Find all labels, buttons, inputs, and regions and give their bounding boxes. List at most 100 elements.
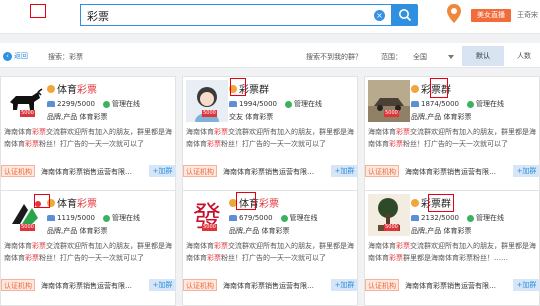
level-badge: 5000 bbox=[384, 224, 399, 231]
owner-name[interactable]: 海南体育彩票销售运营有限… bbox=[41, 167, 132, 177]
search-button[interactable] bbox=[392, 4, 418, 26]
join-group-button[interactable]: +加群 bbox=[331, 279, 358, 291]
member-count: 2132/5000 bbox=[421, 214, 459, 222]
highlight-box bbox=[30, 4, 46, 18]
top-bar: × 美女直播 王奇宋 bbox=[0, 0, 540, 34]
desc-highlight: 彩票 bbox=[214, 128, 228, 136]
desc-highlight: 彩票 bbox=[214, 242, 228, 250]
desc-text: 粉丝！打广告的一天一次就可以了 bbox=[403, 140, 508, 148]
search-box: × bbox=[80, 4, 392, 26]
level-badge: 5000 bbox=[20, 110, 35, 117]
desc-highlight: 彩票 bbox=[32, 242, 46, 250]
check-icon bbox=[467, 100, 474, 108]
highlight-box bbox=[230, 78, 246, 96]
not-found-link[interactable]: 搜索不到我的群？ bbox=[306, 52, 362, 62]
live-badge[interactable]: 美女直播 bbox=[471, 9, 511, 22]
range-select[interactable]: 全国 bbox=[413, 52, 427, 62]
join-group-button[interactable]: +加群 bbox=[149, 279, 176, 291]
desc-highlight: 彩票 bbox=[389, 254, 403, 262]
verified-icon bbox=[411, 85, 419, 93]
search-icon bbox=[399, 9, 412, 22]
group-card[interactable]: 發 5000 体育彩票 679/5000 管理在线 品牌,产品 体育彩票 海南体育彩票交流群… bbox=[182, 190, 358, 306]
title-highlight: 彩票 bbox=[77, 85, 97, 96]
group-card[interactable]: 5000 彩票群 1994/5000 管理在线 交友 体育彩票 海南体育彩票交流群欢迎所有… bbox=[182, 76, 358, 192]
owner-name[interactable]: 海南体育彩票销售运营有限… bbox=[223, 167, 314, 177]
chevron-down-icon[interactable] bbox=[448, 55, 454, 59]
check-icon bbox=[280, 214, 288, 222]
sort-members-tab[interactable]: 人数 bbox=[508, 46, 540, 66]
manage-status: 管理在线 bbox=[294, 100, 322, 108]
search-query-label: 搜索：彩票 bbox=[48, 53, 83, 61]
members-icon bbox=[411, 215, 419, 221]
owner-name[interactable]: 海南体育彩票销售运营有限… bbox=[405, 281, 496, 291]
members-icon bbox=[229, 215, 237, 221]
group-description: 海南体育彩票交流群欢迎所有加入的朋友，群里都是海南体育彩票粉丝！打广告的一天一次… bbox=[4, 126, 174, 150]
level-badge: 5000 bbox=[202, 224, 217, 231]
title-prefix: 体育 bbox=[57, 199, 77, 210]
group-tags: 品牌,产品 体育彩票 bbox=[411, 113, 472, 121]
desc-text: 海南体育 bbox=[186, 128, 214, 136]
user-name[interactable]: 王奇宋 bbox=[517, 10, 538, 20]
desc-text: 粉丝！打广告的一天一次就可以了 bbox=[39, 254, 144, 262]
member-count: 1874/5000 bbox=[421, 100, 459, 108]
members-icon bbox=[47, 215, 55, 221]
highlight-box bbox=[236, 192, 256, 210]
clear-search-button[interactable]: × bbox=[374, 10, 385, 21]
join-group-button[interactable]: +加群 bbox=[513, 279, 540, 291]
back-label: 返回 bbox=[14, 52, 28, 60]
search-input[interactable] bbox=[87, 8, 357, 23]
members-icon bbox=[229, 101, 237, 107]
desc-text: 海南体育 bbox=[368, 242, 396, 250]
verified-icon bbox=[47, 85, 55, 93]
cert-badge: 认证机构 bbox=[1, 279, 35, 291]
manage-status: 管理在线 bbox=[476, 214, 504, 222]
manage-status: 管理在线 bbox=[112, 214, 140, 222]
group-stats: 679/5000 管理在线 bbox=[229, 213, 318, 223]
group-tags: 品牌,产品 体育彩票 bbox=[229, 227, 290, 235]
group-title[interactable]: 体育彩票 bbox=[47, 81, 97, 96]
desc-text: 群里都是海南体育彩票粉丝！…… bbox=[403, 254, 508, 262]
desc-highlight: 彩票 bbox=[25, 254, 39, 262]
desc-text: 粉丝！打广告的一天一次就可以了 bbox=[221, 140, 326, 148]
group-description: 海南体育彩票交流群欢迎所有加入的朋友，群里都是海南体育彩票粉丝！打广告的一天一次… bbox=[4, 240, 174, 264]
member-count: 1994/5000 bbox=[239, 100, 277, 108]
members-icon bbox=[411, 101, 419, 107]
group-card[interactable]: 5000 体育彩票 1119/5000 管理在线 品牌,产品 体育彩票 海南体育彩票交流群… bbox=[0, 190, 176, 306]
back-arrow-icon: ‹ bbox=[3, 51, 12, 61]
level-badge: 5000 bbox=[384, 110, 399, 117]
manage-status: 管理在线 bbox=[476, 100, 504, 108]
manage-status: 管理在线 bbox=[112, 100, 140, 108]
filter-bar: ‹ 返回 搜索：彩票 搜索不到我的群？ 范围： 全国 默认 人数 bbox=[0, 43, 540, 68]
group-stats: 2132/5000 管理在线 bbox=[411, 213, 504, 223]
check-icon bbox=[467, 214, 474, 222]
sort-default-tab[interactable]: 默认 bbox=[462, 46, 504, 66]
desc-text: 粉丝！打广告的一天一次就可以了 bbox=[39, 140, 144, 148]
join-group-button[interactable]: +加群 bbox=[149, 165, 176, 177]
desc-highlight: 彩票 bbox=[32, 128, 46, 136]
verified-icon bbox=[411, 199, 419, 207]
owner-name[interactable]: 海南体育彩票销售运营有限… bbox=[405, 167, 496, 177]
range-label: 范围： bbox=[381, 53, 402, 61]
member-count: 1119/5000 bbox=[57, 214, 95, 222]
cert-badge: 认证机构 bbox=[1, 165, 35, 177]
group-title[interactable]: 体育彩票 bbox=[47, 195, 97, 210]
group-tags: 品牌,产品 体育彩票 bbox=[47, 227, 108, 235]
member-count: 2299/5000 bbox=[57, 100, 95, 108]
desc-highlight: 彩票 bbox=[207, 254, 221, 262]
join-group-button[interactable]: +加群 bbox=[513, 165, 540, 177]
highlight-box bbox=[430, 78, 448, 98]
desc-text: 粉丝！打广告的一天一次就可以了 bbox=[221, 254, 326, 262]
owner-name[interactable]: 海南体育彩票销售运营有限… bbox=[223, 281, 314, 291]
join-group-button[interactable]: +加群 bbox=[331, 165, 358, 177]
group-card[interactable]: 5000 彩票群 1874/5000 管理在线 品牌,产品 体育彩票 海南体育彩票交流群欢… bbox=[364, 76, 540, 192]
level-badge: 5000 bbox=[20, 224, 35, 231]
back-link[interactable]: ‹ 返回 bbox=[3, 51, 28, 61]
location-pin-icon[interactable] bbox=[444, 2, 464, 26]
title-highlight: 彩票 bbox=[259, 199, 279, 210]
group-tags: 交友 体育彩票 bbox=[229, 113, 274, 121]
manage-status: 管理在线 bbox=[289, 214, 318, 222]
owner-name[interactable]: 海南体育彩票销售运营有限… bbox=[41, 281, 132, 291]
group-card[interactable]: 5000 体育彩票 2299/5000 管理在线 品牌,产品 体育彩票 海南体育彩票交流群… bbox=[0, 76, 176, 192]
desc-highlight: 彩票 bbox=[396, 242, 410, 250]
desc-text: 海南体育 bbox=[4, 128, 32, 136]
